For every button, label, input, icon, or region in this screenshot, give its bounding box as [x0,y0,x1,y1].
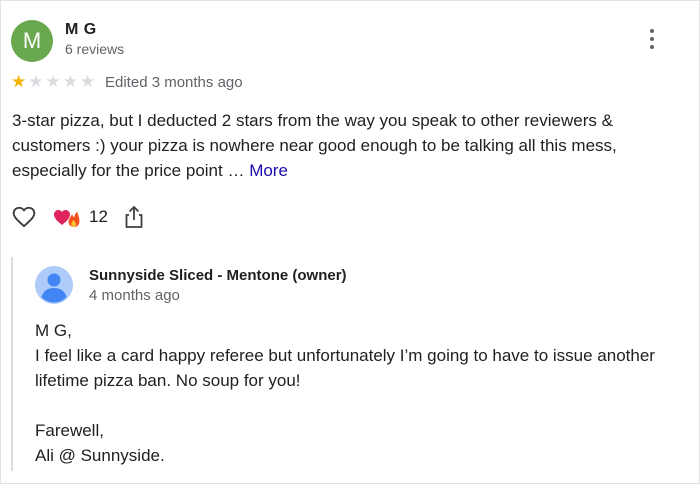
star-rating: ★ ★ ★ ★ ★ [11,72,95,92]
reply-line: I feel like a card happy referee but unf… [35,346,655,390]
owner-name[interactable]: Sunnyside Sliced - Mentone (owner) [89,267,347,284]
star-empty-icon: ★ [45,72,61,91]
reply-line: M G, [35,321,72,340]
more-vert-icon-dot [650,37,654,41]
heart-icon[interactable] [11,204,37,230]
star-empty-icon: ★ [80,72,96,91]
edited-timestamp: Edited 3 months ago [105,74,243,91]
user-avatar[interactable]: M [11,20,53,62]
reply-paragraph-gap [35,393,675,418]
review-actions: 12 [11,204,146,230]
owner-reply: Sunnyside Sliced - Mentone (owner) 4 mon… [11,257,689,471]
reviewer-name[interactable]: M G [65,21,97,39]
review-text: 3-star pizza, but I deducted 2 stars fro… [12,108,672,183]
reply-timestamp: 4 months ago [89,287,180,304]
more-vert-icon-dot [650,45,654,49]
more-vert-icon [650,29,654,33]
review-card: M M G 6 reviews ★ ★ ★ ★ ★ Edited 3 months ag… [0,0,700,484]
star-empty-icon: ★ [28,72,44,91]
heart-fire-reaction-icon [54,210,80,227]
reviewer-reviews-count: 6 reviews [65,41,125,57]
star-filled-icon: ★ [11,72,27,91]
star-empty-icon: ★ [62,72,78,91]
reply-line: Farewell, [35,421,104,440]
reply-text: M G, I feel like a card happy referee bu… [35,318,675,468]
reply-line: Ali @ Sunnyside. [35,446,165,465]
more-link[interactable]: More [249,161,288,180]
avatar-initial: M [22,28,42,53]
person-avatar-icon [35,266,73,304]
more-options-menu[interactable] [643,29,661,53]
reactions[interactable]: 12 [53,206,108,228]
share-icon[interactable] [122,204,146,230]
review-body: 3-star pizza, but I deducted 2 stars fro… [12,111,617,180]
reaction-count: 12 [89,207,108,226]
